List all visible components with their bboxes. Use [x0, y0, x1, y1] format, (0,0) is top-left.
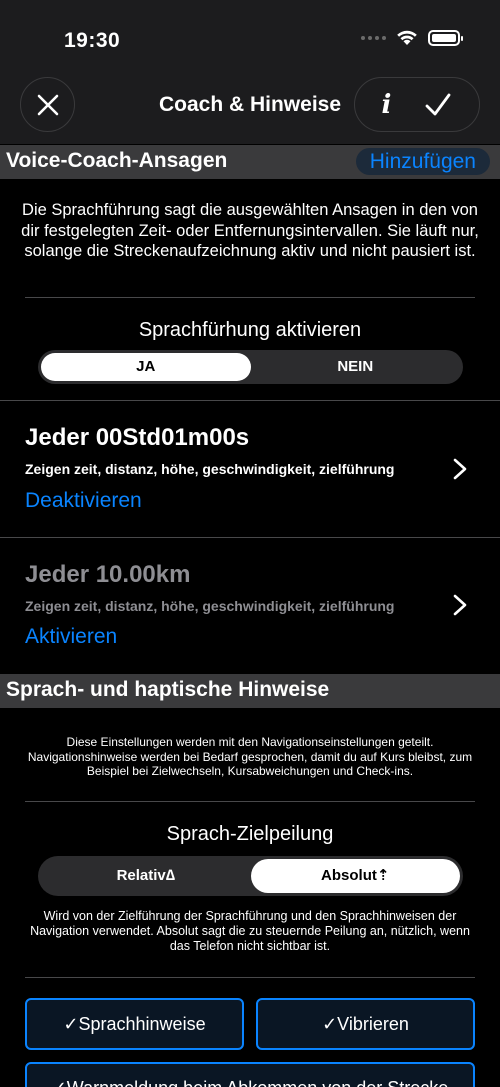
section-header-hints: Sprach- und haptische Hinweise [0, 674, 500, 708]
hints-description: Diese Einstellungen werden mit den Navig… [27, 735, 473, 778]
off-route-warning-toggle[interactable]: ✓Warnmeldung beim Abkommen von der Strec… [25, 1062, 475, 1087]
section-title: Sprach- und haptische Hinweise [6, 678, 330, 701]
nav-actions-group: i [354, 77, 480, 132]
bearing-title: Sprach-Zielpeilung [166, 823, 334, 845]
option-yes[interactable]: JA [41, 353, 251, 381]
announcement-title: Jeder 10.00km [25, 561, 191, 588]
wifi-icon [397, 30, 417, 45]
section-header-voice-coach: Voice-Coach-Ansagen Hinzufügen [0, 145, 500, 179]
page-title-text: Coach & Hinweise [158, 93, 342, 116]
option-relative[interactable]: Relativ∆ [41, 859, 251, 893]
vibrate-toggle[interactable]: ✓Vibrieren [256, 998, 475, 1050]
activate-link[interactable]: Aktivieren [25, 625, 117, 649]
navigation-bar: Coach & Hinweise i [0, 74, 500, 144]
status-icons [361, 30, 463, 46]
announcement-title: Jeder 00Std01m00s [25, 424, 250, 451]
section-title: Voice-Coach-Ansagen [6, 149, 228, 172]
voice-activation-segmented-control: JA NEIN [38, 350, 463, 384]
announcement-subtitle: Zeigen zeit, distanz, höhe, geschwindigk… [25, 461, 395, 477]
divider [0, 400, 500, 401]
info-icon[interactable]: i [382, 90, 392, 120]
status-time: 19:30 [64, 29, 121, 52]
add-button[interactable]: Hinzufügen [355, 148, 490, 175]
status-bar: 19:30 [0, 0, 500, 74]
bearing-segmented-control: Relativ∆ Absolut⇡ [38, 856, 463, 896]
activate-voice-title: Sprachfürhung aktivieren [138, 319, 362, 341]
chevron-right-icon [453, 594, 467, 616]
divider [25, 297, 475, 298]
checkmark-icon[interactable] [424, 92, 452, 118]
divider [25, 801, 475, 802]
option-no[interactable]: NEIN [251, 353, 461, 381]
divider [25, 977, 475, 978]
announcement-subtitle: Zeigen zeit, distanz, höhe, geschwindigk… [25, 598, 395, 614]
battery-icon [428, 30, 463, 46]
deactivate-link[interactable]: Deaktivieren [25, 489, 142, 513]
option-absolute[interactable]: Absolut⇡ [250, 859, 460, 893]
bearing-description: Wird von der Zielführung der Sprachführu… [30, 909, 470, 953]
chevron-right-icon [453, 458, 467, 480]
voice-hints-toggle[interactable]: ✓Sprachhinweise [25, 998, 244, 1050]
cellular-signal-icon [361, 36, 386, 40]
voice-coach-description: Die Sprachführung sagt die ausgewählten … [21, 201, 479, 260]
divider [0, 537, 500, 538]
